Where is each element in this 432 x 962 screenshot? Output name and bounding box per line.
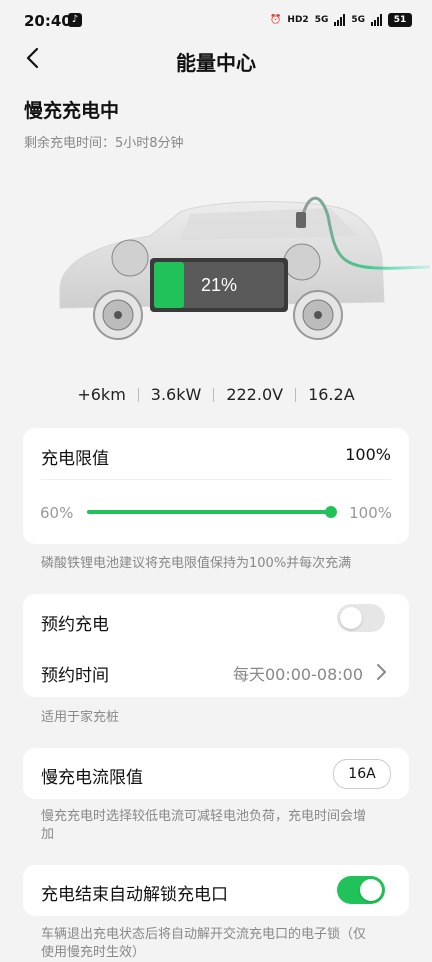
wheel-rear bbox=[293, 290, 343, 340]
schedule-time-value: 每天00:00-08:00 bbox=[233, 665, 363, 684]
slider-min-label: 60% bbox=[40, 504, 74, 522]
charging-stats: +6km 3.6kW 222.0V 16.2A bbox=[0, 385, 432, 404]
network-label-1: 5G bbox=[314, 15, 329, 25]
chevron-right-icon bbox=[377, 664, 386, 680]
toggle-knob bbox=[360, 879, 382, 901]
charge-limit-card: 充电限值 100% 60% 100% bbox=[23, 428, 409, 544]
toggle-knob bbox=[340, 607, 362, 629]
hd-label: HD2 bbox=[287, 15, 309, 25]
schedule-time-row[interactable]: 预约时间 每天00:00-08:00 bbox=[23, 645, 409, 697]
clock: 20:40 bbox=[24, 12, 72, 30]
current-limit-note-line2: 加 bbox=[41, 827, 55, 842]
network-label-2: 5G bbox=[351, 15, 365, 25]
tiktok-icon: ♪ bbox=[68, 13, 82, 27]
stat-divider bbox=[295, 387, 297, 402]
slider-handle[interactable] bbox=[325, 506, 337, 518]
slider-fill bbox=[87, 510, 331, 514]
schedule-note: 适用于家充桩 bbox=[41, 710, 120, 725]
auto-unlock-toggle[interactable] bbox=[337, 876, 385, 904]
remaining-time: 剩余充电时间：5小时8分钟 bbox=[24, 136, 184, 151]
battery-icon: 51 bbox=[388, 13, 412, 27]
stat-current: 16.2A bbox=[308, 385, 355, 404]
stat-power: 3.6kW bbox=[150, 385, 202, 404]
status-bar: 20:40 ♪ ⏰ HD2 5G 5G 51 bbox=[0, 0, 432, 40]
schedule-card: 预约充电 预约时间 每天00:00-08:00 bbox=[23, 594, 409, 697]
stat-divider bbox=[137, 387, 139, 402]
status-icons: ⏰ HD2 5G 5G 51 bbox=[270, 13, 412, 27]
stat-divider bbox=[213, 387, 215, 402]
auto-unlock-note-line1: 车辆退出充电状态后将自动解开交流充电口的电子锁（仅 bbox=[41, 927, 367, 942]
signal-icon-2 bbox=[371, 14, 382, 26]
car-charging-illustration: 21% bbox=[59, 196, 430, 340]
charge-limit-label: 充电限值 bbox=[41, 449, 109, 469]
charge-limit-value: 100% bbox=[345, 445, 391, 464]
slider-max-label: 100% bbox=[349, 504, 392, 522]
stat-voltage: 222.0V bbox=[226, 385, 284, 404]
schedule-toggle[interactable] bbox=[337, 604, 385, 632]
battery-fill bbox=[154, 262, 185, 308]
charging-status: 慢充充电中 bbox=[24, 100, 120, 122]
auto-unlock-card: 充电结束自动解锁充电口 bbox=[23, 865, 409, 916]
charge-limit-slider[interactable] bbox=[87, 506, 337, 518]
alarm-icon: ⏰ bbox=[270, 15, 282, 25]
page-title: 能量中心 bbox=[176, 51, 256, 75]
wheel-front bbox=[93, 290, 143, 340]
current-limit-selector[interactable]: 16A bbox=[333, 759, 391, 789]
schedule-time-label: 预约时间 bbox=[41, 666, 109, 686]
auto-unlock-note-line2: 使用慢充时生效） bbox=[41, 945, 146, 960]
current-limit-card: 慢充电流限值 16A bbox=[23, 748, 409, 799]
stat-range: +6km bbox=[77, 385, 126, 404]
battery-percent: 21% bbox=[201, 275, 237, 295]
top-bar: 能量中心 bbox=[0, 38, 432, 80]
current-limit-note-line1: 慢充充电时选择较低电流可减轻电池负荷，充电时间会增 bbox=[41, 809, 367, 824]
divider bbox=[41, 479, 391, 480]
signal-icon bbox=[334, 14, 346, 26]
charge-limit-note: 磷酸铁锂电池建议将充电限值保持为100%并每次充满 bbox=[41, 556, 352, 571]
